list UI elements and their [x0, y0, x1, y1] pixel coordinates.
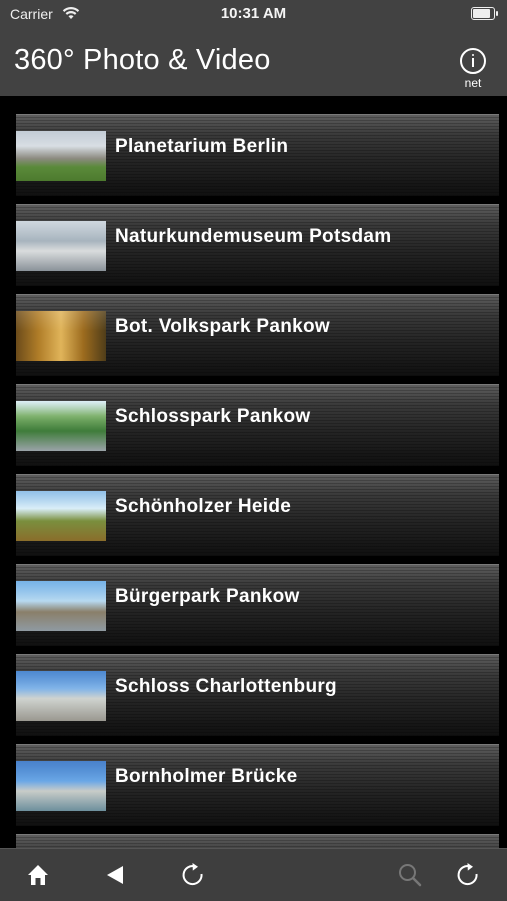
list-item-naturkundemuseum-potsdam[interactable]: Naturkundemuseum Potsdam	[16, 204, 499, 286]
list-item-label: Bürgerpark Pankow	[115, 586, 300, 607]
list-item-label: Bot. Volkspark Pankow	[115, 316, 331, 337]
home-icon	[28, 865, 48, 885]
location-list[interactable]: Planetarium Berlin Naturkundemuseum Pots…	[0, 96, 507, 848]
back-button[interactable]	[100, 859, 132, 891]
bottom-toolbar	[0, 848, 507, 901]
search-icon	[399, 864, 422, 887]
park-panorama-thumbnail	[16, 401, 106, 451]
heath-panorama-thumbnail	[16, 491, 106, 541]
gate-panorama-thumbnail	[16, 581, 106, 631]
birds-thumbnail	[16, 221, 106, 271]
planetarium-thumbnail	[16, 131, 106, 181]
list-item-label: Bornholmer Brücke	[115, 766, 298, 787]
palace-panorama-thumbnail	[16, 671, 106, 721]
list-item-label: Schlosspark Pankow	[115, 406, 311, 427]
reload-button[interactable]	[177, 859, 209, 891]
info-icon	[460, 48, 486, 74]
info-label: net	[464, 76, 482, 90]
list-item-bot-volkspark-pankow[interactable]: Bot. Volkspark Pankow	[16, 294, 499, 376]
list-item-partial[interactable]	[16, 834, 499, 848]
refresh-button[interactable]	[452, 859, 484, 891]
refresh-icon	[457, 863, 478, 886]
list-item-label: Naturkundemuseum Potsdam	[115, 226, 392, 247]
list-item-schloss-charlottenburg[interactable]: Schloss Charlottenburg	[16, 654, 499, 736]
navigation-bar: 360° Photo & Video net	[0, 28, 507, 96]
list-item-bornholmer-bruecke[interactable]: Bornholmer Brücke	[16, 744, 499, 826]
page-title: 360° Photo & Video	[14, 44, 271, 76]
back-arrow-icon	[107, 866, 123, 884]
list-item-label: Schloss Charlottenburg	[115, 676, 337, 697]
battery-icon	[471, 7, 498, 20]
home-button[interactable]	[22, 859, 54, 891]
info-button[interactable]: net	[459, 48, 487, 96]
list-item-buergerpark-pankow[interactable]: Bürgerpark Pankow	[16, 564, 499, 646]
search-button[interactable]	[394, 859, 426, 891]
list-item-label: Schönholzer Heide	[115, 496, 292, 517]
status-bar: Carrier 10:31 AM	[0, 0, 507, 28]
status-time: 10:31 AM	[220, 5, 287, 22]
battery-level	[473, 9, 490, 18]
reload-icon	[182, 863, 203, 886]
list-item-schoenholzer-heide[interactable]: Schönholzer Heide	[16, 474, 499, 556]
list-item-schlosspark-pankow[interactable]: Schlosspark Pankow	[16, 384, 499, 466]
list-item-label: Planetarium Berlin	[115, 136, 289, 157]
autumn-park-thumbnail	[16, 311, 106, 361]
list-item-planetarium-berlin[interactable]: Planetarium Berlin	[16, 114, 499, 196]
bridge-panorama-thumbnail	[16, 761, 106, 811]
